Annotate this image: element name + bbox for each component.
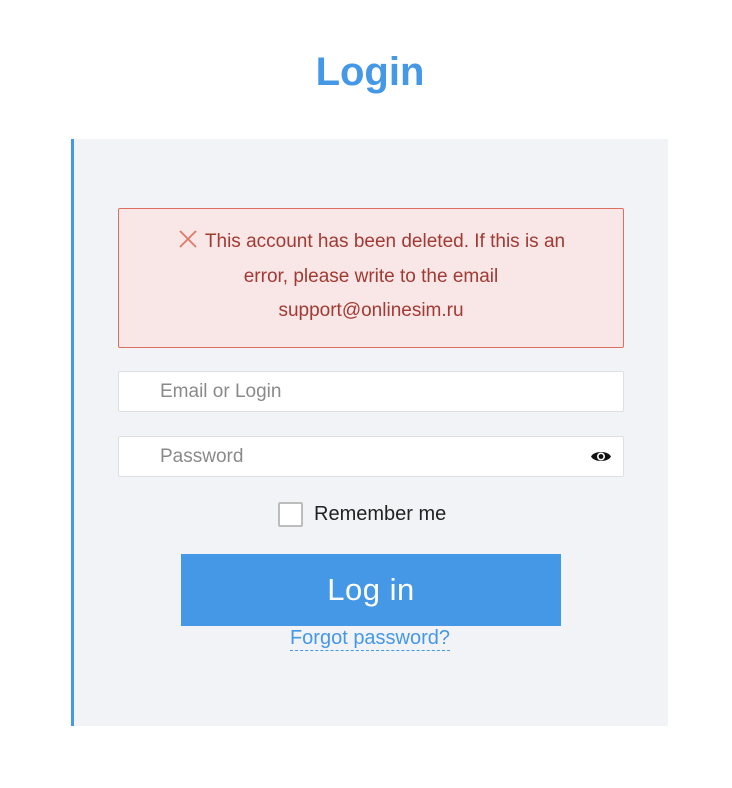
alert-text-line-3: support@onlinesim.ru xyxy=(278,300,464,321)
eye-icon[interactable] xyxy=(590,449,612,464)
alert-line-1: This account has been deleted. If this i… xyxy=(119,225,623,260)
password-field xyxy=(118,436,624,477)
remember-me-label[interactable]: Remember me xyxy=(314,503,446,526)
error-alert: This account has been deleted. If this i… xyxy=(118,208,624,348)
login-page: Login This account has been deleted. If … xyxy=(0,0,732,788)
password-input[interactable] xyxy=(119,437,623,476)
login-button[interactable]: Log in xyxy=(181,554,561,626)
alert-text-line-1: This account has been deleted. If this i… xyxy=(204,231,566,252)
close-icon[interactable] xyxy=(177,228,199,250)
forgot-password-row: Forgot password? xyxy=(0,627,732,651)
login-field xyxy=(118,371,624,412)
email-login-input[interactable] xyxy=(119,372,623,411)
page-title: Login xyxy=(315,50,425,94)
remember-me-checkbox[interactable] xyxy=(278,501,303,527)
alert-text-line-2: error, please write to the email xyxy=(243,265,499,287)
forgot-password-link[interactable]: Forgot password? xyxy=(289,627,451,651)
remember-me-row: Remember me xyxy=(278,501,446,527)
